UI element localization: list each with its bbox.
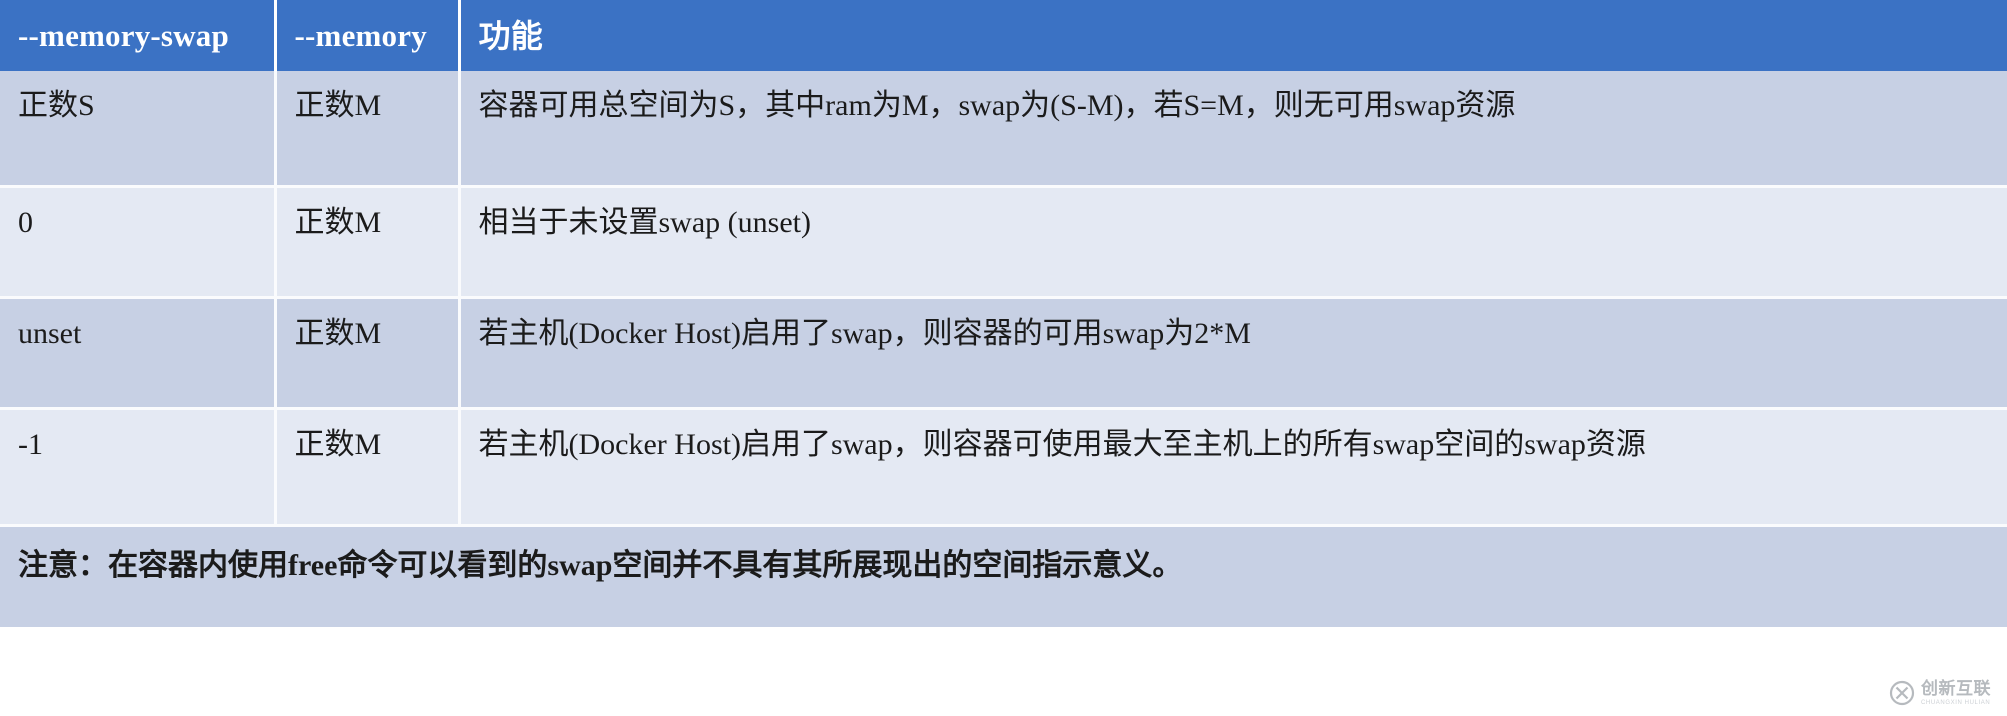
cell-memory-value: 正数M <box>275 70 461 188</box>
table-body: 正数S 正数M 容器可用总空间为S，其中ram为M，swap为(S-M)，若S=… <box>0 70 2007 627</box>
cell-function-description: 相当于未设置swap (unset) <box>459 186 2007 299</box>
table-header-row: --memory-swap --memory 功能 <box>0 0 2007 71</box>
watermark-name-en: CHUANGXIN HULIAN <box>1921 699 1991 706</box>
cell-memory-swap-value: -1 <box>0 408 277 527</box>
column-header-function: 功能 <box>459 0 2007 71</box>
watermark: 创新互联 CHUANGXIN HULIAN <box>1881 676 1999 710</box>
table-row: unset 正数M 若主机(Docker Host)启用了swap，则容器的可用… <box>0 297 2007 410</box>
watermark-name-cn: 创新互联 <box>1921 678 1991 699</box>
cell-memory-value: 正数M <box>275 297 461 410</box>
table-row: 正数S 正数M 容器可用总空间为S，其中ram为M，swap为(S-M)，若S=… <box>0 70 2007 188</box>
cell-memory-swap-value: 0 <box>0 186 277 299</box>
table-row: -1 正数M 若主机(Docker Host)启用了swap，则容器可使用最大至… <box>0 408 2007 527</box>
cell-memory-swap-value: unset <box>0 297 277 410</box>
circled-x-logo-icon <box>1889 680 1915 706</box>
memory-swap-spec-table: --memory-swap --memory 功能 正数S 正数M 容器可用总空… <box>0 0 2007 627</box>
table-header: --memory-swap --memory 功能 <box>0 0 2007 71</box>
cell-memory-value: 正数M <box>275 186 461 299</box>
cell-function-description: 容器可用总空间为S，其中ram为M，swap为(S-M)，若S=M，则无可用sw… <box>459 70 2007 188</box>
table-row: 0 正数M 相当于未设置swap (unset) <box>0 186 2007 299</box>
cell-function-description: 若主机(Docker Host)启用了swap，则容器的可用swap为2*M <box>459 297 2007 410</box>
watermark-text: 创新互联 CHUANGXIN HULIAN <box>1921 678 1991 706</box>
table-note-text: 注意：在容器内使用free命令可以看到的swap空间并不具有其所展现出的空间指示… <box>0 525 2007 627</box>
column-header-memory: --memory <box>275 0 461 71</box>
column-header-memory-swap: --memory-swap <box>0 0 277 71</box>
table-note-row: 注意：在容器内使用free命令可以看到的swap空间并不具有其所展现出的空间指示… <box>0 525 2007 627</box>
cell-function-description: 若主机(Docker Host)启用了swap，则容器可使用最大至主机上的所有s… <box>459 408 2007 527</box>
cell-memory-value: 正数M <box>275 408 461 527</box>
memory-swap-spec-table-container: --memory-swap --memory 功能 正数S 正数M 容器可用总空… <box>0 0 2007 627</box>
cell-memory-swap-value: 正数S <box>0 70 277 188</box>
